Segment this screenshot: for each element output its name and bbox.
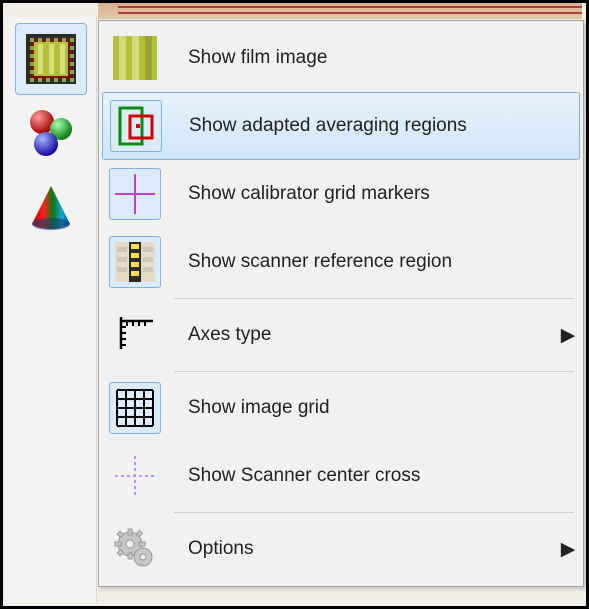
cone-icon	[24, 180, 78, 234]
menu-item-label: Show image grid	[168, 397, 580, 419]
image-grid-icon	[113, 386, 157, 430]
cone-tool[interactable]	[15, 171, 87, 243]
menu-item-show-image-grid[interactable]: Show image grid	[102, 374, 580, 442]
view-context-menu: Show film image Show adapted averaging r…	[98, 20, 584, 587]
menu-item-label: Show calibrator grid markers	[168, 183, 580, 205]
menu-item-show-scanner-center[interactable]: Show Scanner center cross	[102, 442, 580, 510]
menu-item-show-adapted-regions[interactable]: Show adapted averaging regions	[102, 92, 580, 160]
submenu-arrow-icon: ▶	[556, 324, 580, 347]
film-image-icon	[113, 36, 157, 80]
rgb-spheres-icon	[24, 106, 78, 160]
scanner-ref-icon	[113, 240, 157, 284]
film-image-icon	[24, 32, 78, 86]
menu-separator	[174, 371, 574, 372]
menu-separator	[174, 512, 574, 513]
menu-item-label: Show scanner reference region	[168, 251, 580, 273]
app-root: Show film image Show adapted averaging r…	[0, 0, 589, 609]
menu-separator	[174, 298, 574, 299]
submenu-arrow-icon: ▶	[556, 538, 580, 561]
rgb-spheres-tool[interactable]	[15, 97, 87, 169]
side-toolbar	[6, 17, 97, 603]
menu-item-show-calibrator-grid[interactable]: Show calibrator grid markers	[102, 160, 580, 228]
menu-item-show-film-image[interactable]: Show film image	[102, 24, 580, 92]
axes-type-icon	[113, 313, 157, 357]
calibrator-grid-icon	[113, 172, 157, 216]
scanner-center-icon	[113, 454, 157, 498]
menu-item-label: Axes type	[168, 324, 556, 346]
adapted-regions-icon	[114, 104, 158, 148]
canvas-ruler-strip	[98, 3, 582, 19]
menu-item-label: Show adapted averaging regions	[169, 115, 579, 137]
menu-item-label: Options	[168, 538, 556, 560]
menu-item-axes-type[interactable]: Axes type ▶	[102, 301, 580, 369]
menu-item-label: Show Scanner center cross	[168, 465, 580, 487]
film-image-tool[interactable]	[15, 23, 87, 95]
menu-item-options[interactable]: Options ▶	[102, 515, 580, 583]
menu-item-show-scanner-ref[interactable]: Show scanner reference region	[102, 228, 580, 296]
gear-icon	[113, 527, 157, 571]
menu-item-label: Show film image	[168, 47, 580, 69]
